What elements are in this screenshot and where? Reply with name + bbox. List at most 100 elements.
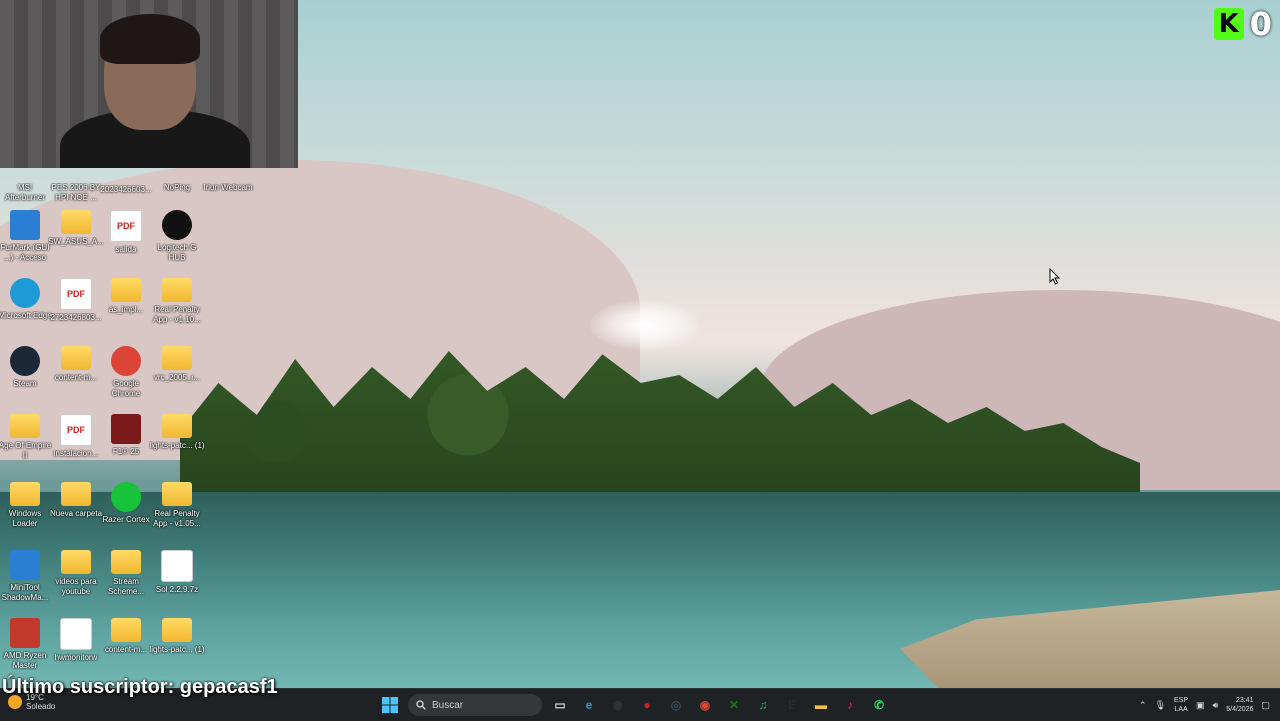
desktop-icon[interactable]: Nueva carpeta: [50, 482, 102, 548]
volume-icon[interactable]: 🔊︎: [1213, 700, 1219, 711]
desktop-icon-label: lights-patc... (1): [149, 441, 205, 450]
desktop-icon-label: videos para youtube: [55, 577, 97, 596]
folder-icon: [162, 482, 192, 506]
edge-icon[interactable]: e: [577, 693, 601, 717]
desktop-icon-label: content-m...: [104, 645, 148, 654]
desktop-icon[interactable]: lights-patc... (1): [149, 618, 205, 684]
spotify-icon[interactable]: ♫: [751, 693, 775, 717]
search-placeholder: Buscar: [432, 699, 464, 711]
whatsapp-icon[interactable]: ✆: [867, 693, 891, 717]
desktop-icon-label: F1® 25: [112, 447, 140, 456]
desktop-icon-label: content-m...: [54, 373, 98, 382]
desktop-icon[interactable]: PDF 2723426803...: [50, 278, 102, 344]
steam-icon: [10, 346, 40, 376]
search-icon: [416, 700, 426, 710]
desktop-icon-label: Iriun Webcam: [203, 183, 253, 192]
desktop-icon[interactable]: Steam: [0, 346, 51, 412]
clock-date: 5/4/2026: [1226, 706, 1254, 713]
desktop-icon[interactable]: FurMark (GUI ...) - Acceso di...: [0, 210, 51, 276]
desktop-icon-label: Nueva carpeta: [49, 509, 103, 518]
f1-icon: [111, 414, 141, 444]
desktop-icon[interactable]: PDF salida: [100, 210, 152, 276]
language-indicator[interactable]: ESP LAA: [1174, 696, 1188, 714]
desktop-icon[interactable]: hwmonitorw: [50, 618, 102, 684]
desktop-icon[interactable]: SW_ASUS_A...: [48, 210, 104, 276]
desktop-icon[interactable]: Real Penalty App - v1.10...: [151, 278, 203, 344]
desktop-icon[interactable]: PDF instalacion...: [50, 414, 102, 480]
desktop-icon[interactable]: Sol 2.2.9.7z: [151, 550, 203, 616]
start-button[interactable]: [378, 693, 402, 717]
tiktok-icon[interactable]: ♪: [838, 693, 862, 717]
desktop-icon[interactable]: lights-patc... (1): [149, 414, 205, 480]
desktop-icon-label: Real Penalty App - v1.05...: [153, 509, 201, 528]
folder-icon: [61, 346, 91, 370]
folder-icon: [111, 618, 141, 642]
desktop-icon-label: Microsoft Edge: [0, 311, 52, 320]
file-icon: [161, 550, 193, 582]
xbox-icon[interactable]: ✕: [722, 693, 746, 717]
desktop-icon-label: AMD Ryzen Master: [3, 651, 47, 670]
desktop-icon[interactable]: Microsoft Edge: [0, 278, 52, 344]
record-icon[interactable]: ●: [635, 693, 659, 717]
weather-desc: Soleado: [26, 702, 56, 711]
desktop-icon[interactable]: 2023426603...: [100, 150, 152, 216]
desktop-icon[interactable]: Age Of Empire II: [0, 414, 51, 480]
desktop-icon[interactable]: videos para youtube: [50, 550, 102, 616]
language-code: ESP: [1174, 697, 1189, 704]
razer-icon: [111, 482, 141, 512]
folder-icon: [10, 414, 40, 438]
desktop-icon[interactable]: F1® 25: [100, 414, 152, 480]
desktop-icon[interactable]: AMD Ryzen Master: [0, 618, 51, 684]
obs-icon[interactable]: ◉: [606, 693, 630, 717]
desktop-icon[interactable]: content-m...: [100, 618, 152, 684]
file-explorer-icon[interactable]: ▬: [809, 693, 833, 717]
desktop-icon[interactable]: Google Chrome: [100, 346, 152, 412]
desktop-icon[interactable]: vrc_2005_r...: [151, 346, 203, 412]
desktop-icon-label: 2723426803...: [50, 313, 102, 322]
taskbar-center: Buscar ▭ e ◉ ● ◎ ◉ ✕ ♫ E ▬ ♪ ✆: [378, 692, 891, 718]
folder-icon: [162, 278, 192, 302]
taskbar-search-box[interactable]: Buscar: [408, 694, 542, 716]
desktop-icon[interactable]: PES 2006 BY HPI NOE ...: [50, 150, 102, 216]
desktop-icon-label: NoPing: [163, 183, 191, 192]
desktop-icon[interactable]: MSI Afterburner: [0, 150, 51, 216]
desktop-icon-grid: MSI Afterburner PES 2006 BY HPI NOE ... 20…: [0, 0, 260, 688]
folder-icon: [162, 346, 192, 370]
clock[interactable]: 23:41 5/4/2026: [1226, 696, 1253, 714]
notification-icon[interactable]: ▢: [1261, 700, 1270, 711]
task-view-icon[interactable]: ▭: [548, 693, 572, 717]
desktop-icon[interactable]: Iriun Webcam: [202, 150, 254, 216]
desktop-icon-label: Google Chrome: [111, 379, 141, 398]
desktop-icon[interactable]: content-m...: [50, 346, 102, 412]
network-icon[interactable]: ▣: [1196, 700, 1205, 711]
viewer-count: 0: [1249, 5, 1272, 43]
steam-icon[interactable]: ◎: [664, 693, 688, 717]
pdf-icon: PDF: [60, 278, 92, 310]
folder-icon: [10, 482, 40, 506]
desktop-icon[interactable]: Stream Scheme...: [100, 550, 152, 616]
desktop-icon-label: Sol 2.2.9.7z: [155, 585, 199, 594]
desktop-icon[interactable]: NoPing: [151, 150, 203, 216]
microphone-icon[interactable]: 🎙︎: [1155, 700, 1166, 711]
desktop-icon[interactable]: as_impl...: [100, 278, 152, 344]
edge-icon: [10, 278, 40, 308]
desktop-icon[interactable]: Windows Loader: [0, 482, 51, 548]
windows-logo-icon: [382, 697, 398, 713]
wallpaper-sun: [590, 300, 700, 350]
desktop-icon[interactable]: Logitech G HUB: [151, 210, 203, 276]
clock-time: 23:41: [1235, 697, 1254, 704]
chevron-up-icon[interactable]: ⌃: [1139, 700, 1147, 711]
folder-icon: [162, 618, 192, 642]
chrome-icon[interactable]: ◉: [693, 693, 717, 717]
folder-icon: [111, 278, 141, 302]
desktop-icon[interactable]: MiniTool ShadowMa...: [0, 550, 51, 616]
desktop-icon-label: Stream Scheme...: [107, 577, 144, 596]
desktop-icon-label: MiniTool ShadowMa...: [1, 583, 49, 602]
epic-icon[interactable]: E: [780, 693, 804, 717]
chrome-icon: [111, 346, 141, 376]
desktop-icon-label: lights-patc... (1): [149, 645, 205, 654]
desktop-icon-label: SW_ASUS_A...: [48, 237, 104, 246]
desktop-icon[interactable]: Razer Cortex: [100, 482, 152, 548]
desktop-icon[interactable]: Real Penalty App - v1.05...: [151, 482, 203, 548]
desktop-icon-label: salida: [115, 245, 137, 254]
